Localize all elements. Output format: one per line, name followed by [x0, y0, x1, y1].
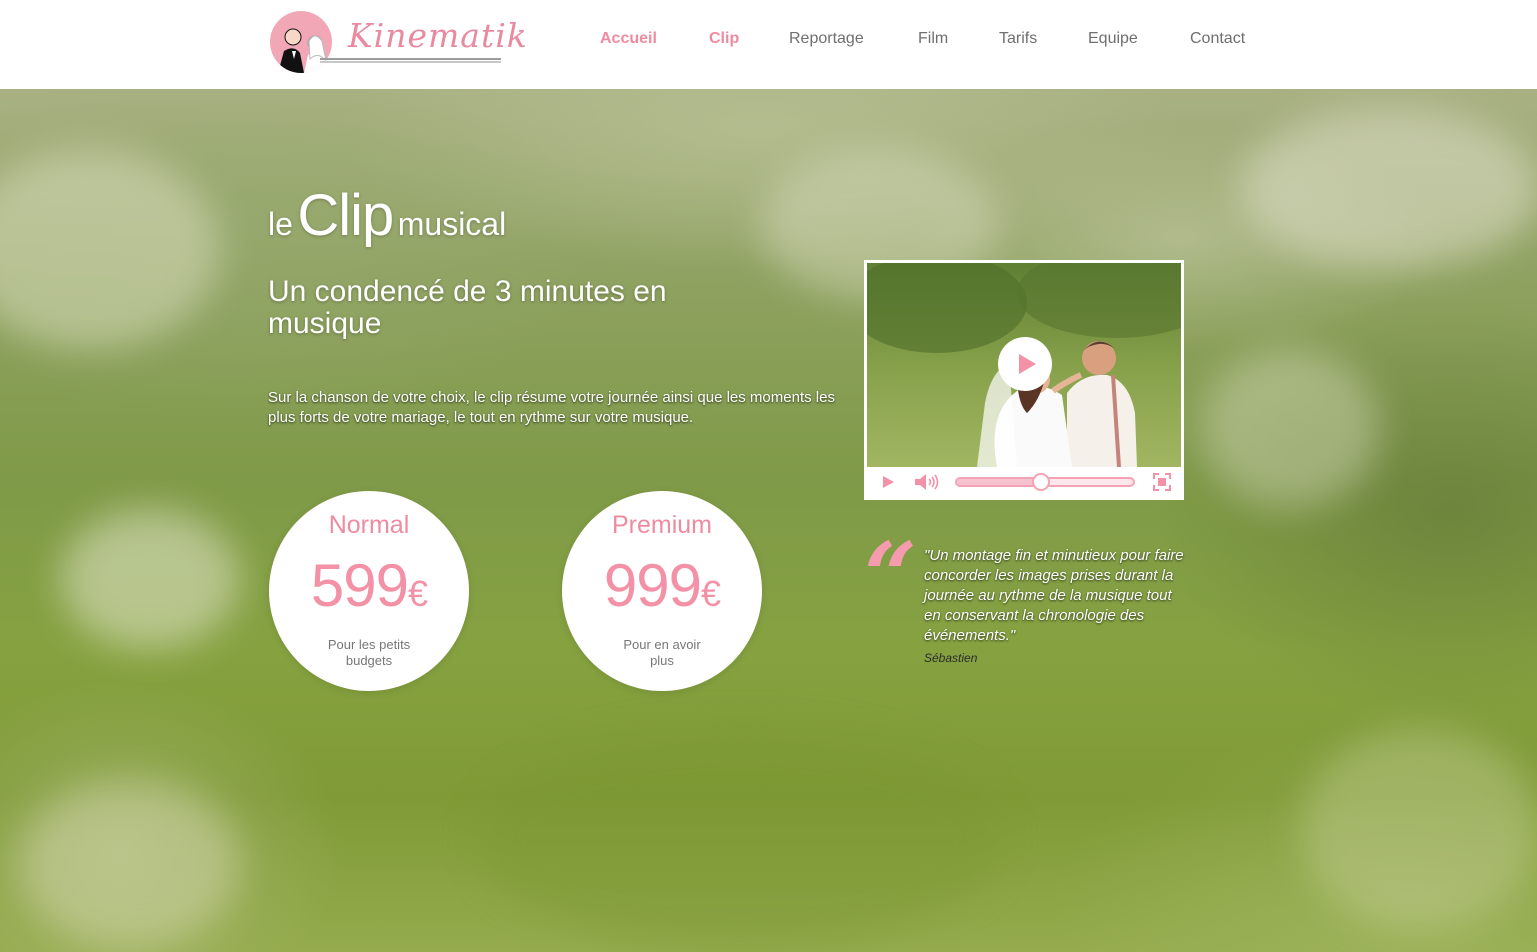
bokeh-flower — [20, 779, 240, 949]
main-nav: Accueil Clip Reportage Film Tarifs Equip… — [0, 30, 1537, 54]
testimonial-author: Sébastien — [924, 651, 978, 665]
price-card-premium[interactable]: Premium 999€ Pour en avoir plus — [562, 491, 762, 691]
title-prefix: le — [268, 206, 293, 242]
price-note: Pour les petits budgets — [327, 637, 411, 668]
fullscreen-icon — [1153, 473, 1171, 491]
price-currency: € — [701, 573, 721, 614]
video-controls — [867, 467, 1181, 497]
nav-film[interactable]: Film — [918, 30, 948, 48]
quote-icon: “ — [864, 522, 917, 630]
price-card-normal[interactable]: Normal 599€ Pour les petits budgets — [269, 491, 469, 691]
title-suffix: musical — [397, 206, 507, 242]
price-value: 599 — [310, 552, 409, 619]
seek-progress — [957, 479, 1042, 485]
nav-contact[interactable]: Contact — [1190, 30, 1245, 48]
play-button[interactable] — [881, 475, 895, 494]
volume-button[interactable] — [913, 473, 941, 496]
logo-underline — [320, 58, 501, 63]
nav-tarifs[interactable]: Tarifs — [999, 30, 1037, 48]
volume-icon — [915, 474, 939, 490]
site-header: Kinematik Accueil Clip Reportage Film Ta… — [0, 0, 1537, 89]
bokeh-flower — [1240, 109, 1537, 269]
price-amount: 999€ — [562, 551, 762, 620]
seek-bar[interactable] — [955, 473, 1135, 491]
seek-handle[interactable] — [1032, 473, 1051, 491]
price-value: 999 — [603, 552, 702, 619]
nav-equipe[interactable]: Equipe — [1088, 30, 1138, 48]
bokeh-flower — [1200, 349, 1380, 509]
nav-accueil[interactable]: Accueil — [600, 30, 657, 48]
page-description: Sur la chanson de votre choix, le clip r… — [268, 389, 835, 426]
nav-reportage[interactable]: Reportage — [789, 30, 864, 48]
price-amount: 599€ — [269, 551, 469, 620]
bokeh-flower — [1300, 729, 1537, 929]
hero-background — [0, 89, 1537, 952]
testimonial-quote: "Un montage fin et minutieux pour faire … — [924, 547, 1184, 644]
price-name: Normal — [328, 511, 410, 539]
grass-shade — [480, 729, 1000, 949]
big-play-button[interactable] — [998, 337, 1052, 391]
bokeh-flower — [0, 149, 220, 349]
nav-clip[interactable]: Clip — [709, 30, 739, 48]
price-name: Premium — [611, 511, 712, 539]
price-note: Pour en avoir plus — [623, 637, 701, 668]
price-currency: € — [408, 573, 428, 614]
play-icon — [883, 476, 894, 488]
play-icon — [1019, 354, 1036, 374]
bokeh-flower — [60, 509, 240, 649]
fullscreen-button[interactable] — [1153, 473, 1171, 496]
page-title: le Clip musical — [268, 182, 506, 249]
page-subtitle: Un condencé de 3 minutes en musique — [268, 275, 667, 340]
title-main: Clip — [297, 183, 394, 248]
video-player[interactable] — [864, 260, 1184, 500]
